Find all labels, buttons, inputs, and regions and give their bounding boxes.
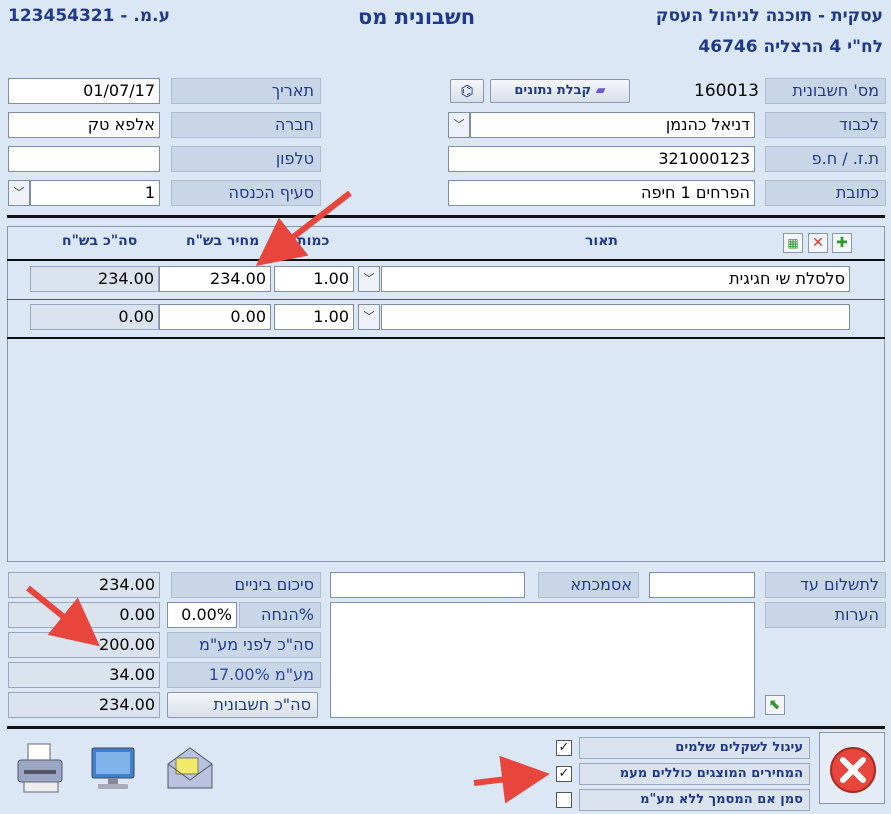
- row2-description-field[interactable]: [381, 304, 850, 330]
- invoice-total-button[interactable]: סה"כ חשבונית: [167, 692, 318, 718]
- chevron-down-icon: ﹀: [363, 310, 375, 323]
- phone-field[interactable]: [8, 146, 160, 172]
- row1-price-field[interactable]: 234.00: [159, 266, 271, 292]
- row1-total-value: 234.00: [30, 266, 159, 292]
- customer-address-field[interactable]: הפרחים 1 חיפה: [448, 180, 755, 206]
- notes-textarea[interactable]: [330, 602, 755, 718]
- screen-preview-button[interactable]: [88, 744, 140, 794]
- before-vat-value: 200.00: [8, 632, 160, 658]
- income-section-label: סעיף הכנסה: [171, 180, 321, 206]
- column-total: סה"כ בש"ח: [62, 233, 138, 249]
- close-icon: ✕: [812, 235, 824, 251]
- customer-id-field[interactable]: 321000123: [448, 146, 755, 172]
- invoice-number-value: 160013: [694, 81, 759, 101]
- no-vat-checkbox[interactable]: [556, 792, 572, 808]
- round-shekels-checkbox[interactable]: ✓: [556, 740, 572, 756]
- vat-value: 34.00: [8, 662, 160, 688]
- header-separator: [7, 215, 885, 218]
- discount-label: %הנחה: [239, 602, 321, 628]
- checkmark-icon: ✓: [558, 740, 570, 755]
- page-title: חשבונית מס: [358, 5, 476, 29]
- monitor-icon: [91, 747, 135, 789]
- invoice-number-label: מס' חשבונית: [765, 78, 886, 104]
- subtotal-label: סיכום ביניים: [171, 572, 321, 598]
- before-vat-label: סה"כ לפני מע"מ: [167, 632, 321, 658]
- reference-field[interactable]: [330, 572, 525, 598]
- subtotal-value: 234.00: [8, 572, 160, 598]
- business-address: לח"י 4 הרצליה 46746: [698, 37, 883, 57]
- chevron-down-icon: ﹀: [13, 186, 25, 199]
- customer-dropdown[interactable]: ﹀: [448, 112, 470, 138]
- column-description: תאור: [585, 233, 618, 249]
- delete-row-button[interactable]: ✕: [808, 233, 828, 253]
- customer-name-field[interactable]: דניאל כהנמן: [470, 112, 755, 138]
- app-title: עסקית - תוכנה לניהול העסק: [655, 6, 883, 26]
- binoculars-icon: ⌬: [460, 82, 474, 100]
- round-shekels-option: עיגול לשקלים שלמים: [579, 737, 810, 759]
- add-row-button[interactable]: ✚: [832, 233, 852, 253]
- email-button[interactable]: [164, 744, 216, 794]
- print-button[interactable]: [14, 740, 70, 796]
- receive-data-label: קבלת נתונים: [514, 83, 592, 98]
- income-section-field[interactable]: 1: [30, 180, 160, 206]
- close-icon: [830, 747, 876, 793]
- row2-price-field[interactable]: 0.00: [159, 304, 271, 330]
- checkmark-icon: ✓: [558, 766, 570, 781]
- address-label: כתובת: [765, 180, 886, 206]
- row2-quantity-field[interactable]: 1.00: [274, 304, 354, 330]
- notes-label: הערות: [765, 602, 886, 628]
- prices-include-vat-checkbox[interactable]: ✓: [556, 766, 572, 782]
- plus-icon: ✚: [836, 235, 848, 251]
- row2-separator: [7, 337, 885, 339]
- chevron-down-icon: ﹀: [453, 118, 465, 131]
- due-date-field[interactable]: [649, 572, 755, 598]
- items-header-line: [7, 259, 885, 261]
- company-field[interactable]: אלפא טק: [8, 112, 160, 138]
- return-button[interactable]: ⬉: [765, 695, 785, 715]
- column-quantity: כמות: [297, 233, 330, 249]
- close-button[interactable]: [819, 732, 885, 804]
- printer-icon: [17, 743, 63, 793]
- row1-description-field[interactable]: סלסלת שי חגיגית: [381, 266, 850, 292]
- annotation-arrow-vat-option-line: [473, 755, 550, 804]
- envelope-icon: [167, 747, 213, 789]
- income-section-dropdown[interactable]: ﹀: [8, 180, 30, 206]
- no-vat-option: סמן אם המסמך ללא מע"מ: [579, 789, 810, 811]
- footer-separator: [7, 726, 885, 729]
- row2-description-dropdown[interactable]: ﹀: [358, 304, 380, 330]
- receive-data-button[interactable]: ▰ קבלת נתונים: [490, 79, 630, 103]
- company-vat-id: ע.מ. - 123454321: [8, 6, 170, 26]
- search-binoculars-button[interactable]: ⌬: [450, 79, 484, 103]
- return-arrow-icon: ⬉: [769, 697, 781, 713]
- eraser-icon: ▰: [595, 83, 606, 98]
- row1-separator: [7, 299, 885, 300]
- column-price: מחיר בש"ח: [186, 233, 260, 249]
- grid-add-icon: ▦: [787, 236, 799, 250]
- row1-quantity-field[interactable]: 1.00: [274, 266, 354, 292]
- to-label: לכבוד: [765, 112, 886, 138]
- due-label: לתשלום עד: [765, 572, 886, 598]
- reference-label: אסמכתא: [538, 572, 639, 598]
- prices-include-vat-option: המחירים המוצגים כוללים מעמ: [579, 763, 810, 785]
- insert-row-button[interactable]: ▦: [783, 233, 803, 253]
- row1-description-dropdown[interactable]: ﹀: [358, 266, 380, 292]
- id-label: ת.ז. / ח.פ: [765, 146, 886, 172]
- invoice-total-value: 234.00: [8, 692, 160, 718]
- date-field[interactable]: 01/07/17: [8, 78, 160, 104]
- phone-label: טלפון: [171, 146, 321, 172]
- discount-percent-field[interactable]: 0.00%: [167, 602, 237, 628]
- chevron-down-icon: ﹀: [363, 272, 375, 285]
- date-label: תאריך: [171, 78, 321, 104]
- discount-value: 0.00: [8, 602, 160, 628]
- row2-total-value: 0.00: [30, 304, 159, 330]
- vat-label: מע"מ 17.00%: [167, 662, 321, 688]
- company-label: חברה: [171, 112, 321, 138]
